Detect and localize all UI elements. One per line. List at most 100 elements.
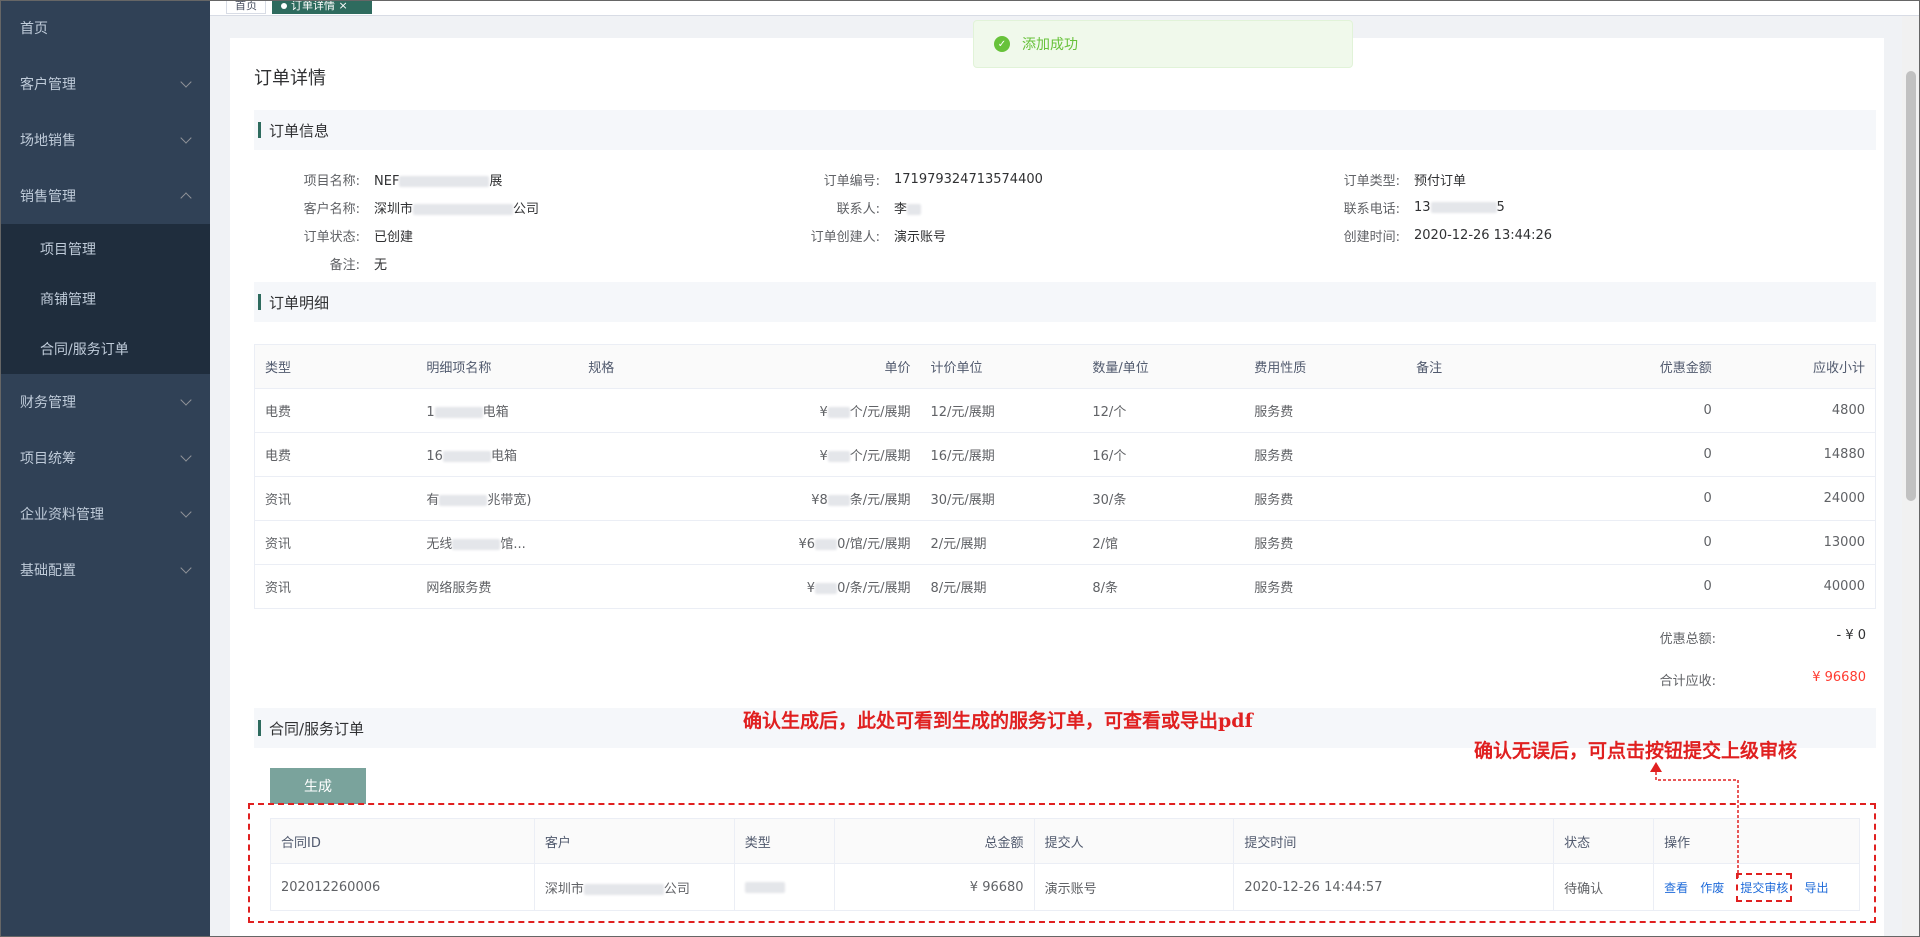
section-title: 订单明细 xyxy=(269,293,330,312)
detail-discount: 0 xyxy=(1568,564,1722,609)
redacted-text xyxy=(827,407,850,418)
detail-remark xyxy=(1406,476,1569,521)
info-value: 深圳市 公司 xyxy=(374,198,539,217)
detail-nature: 服务费 xyxy=(1244,564,1407,609)
column-header: 规格 xyxy=(578,344,741,389)
detail-name: 网络服务费 xyxy=(416,564,579,609)
value-suffix: 公司 xyxy=(663,881,690,897)
contract-submit-time: 2020-12-26 14:44:57 xyxy=(1233,863,1555,911)
sidebar-item-label: 场地销售 xyxy=(20,133,76,149)
scrollbar[interactable] xyxy=(1902,16,1920,937)
sidebar-item-config[interactable]: 基础配置 xyxy=(0,542,210,598)
redacted-text xyxy=(815,583,838,594)
chevron-down-icon xyxy=(180,450,192,462)
section-bar xyxy=(258,294,261,310)
generate-button[interactable]: 生成 xyxy=(270,768,366,804)
sidebar-item-project[interactable]: 项目管理 xyxy=(0,224,210,274)
value-prefix: 13 xyxy=(1414,199,1431,215)
sidebar-item-sales[interactable]: 销售管理 xyxy=(0,168,210,224)
info-label: 客户名称: xyxy=(303,201,360,217)
detail-type: 资讯 xyxy=(254,476,417,521)
detail-qty: 2/馆 xyxy=(1082,520,1245,565)
tag-home[interactable]: 首页 xyxy=(226,0,266,14)
tag-label: 订单详情 xyxy=(291,0,335,12)
detail-nature: 服务费 xyxy=(1244,388,1407,433)
value-prefix: 李 xyxy=(894,201,908,217)
section-order-detail: 订单明细 xyxy=(254,282,1876,322)
detail-qty: 30/条 xyxy=(1082,476,1245,521)
detail-unit: 2/元/展期 xyxy=(920,520,1083,565)
tags-bar: 首页 订单详情 × xyxy=(210,0,1920,16)
value-suffix: 0/条/元/展期 xyxy=(837,581,911,596)
column-header: 合同ID xyxy=(270,818,535,864)
sidebar-item-planning[interactable]: 项目统筹 xyxy=(0,430,210,486)
check-circle-icon: ✓ xyxy=(994,36,1010,52)
detail-remark xyxy=(1406,388,1569,433)
table-row: 电费 16 电箱 ¥ 个/元/展期 16/元/展期 16/个 服务费 0 14880 xyxy=(254,432,1876,477)
value-suffix: 公司 xyxy=(513,201,540,217)
info-remark: 备注: 无 xyxy=(254,249,387,277)
detail-unit: 12/元/展期 xyxy=(920,388,1083,433)
detail-name: 有 兆带宽) xyxy=(416,476,579,521)
chevron-down-icon xyxy=(180,562,192,574)
info-value: 13 5 xyxy=(1414,200,1505,215)
contract-type xyxy=(733,863,835,911)
sidebar-item-customer[interactable]: 客户管理 xyxy=(0,56,210,112)
detail-unit: 16/元/展期 xyxy=(920,432,1083,477)
detail-nature: 服务费 xyxy=(1244,476,1407,521)
info-row: 客户名称: 深圳市 公司 联系人: 李 联系电话: 13 5 xyxy=(254,193,1876,221)
chevron-up-icon xyxy=(180,192,192,204)
info-value: 预付订单 xyxy=(1414,173,1467,189)
info-order-no: 订单编号: 171979324713574400 xyxy=(774,165,1043,193)
value-prefix: 网络服务费 xyxy=(426,581,492,596)
sidebar-item-label: 合同/服务订单 xyxy=(40,342,129,358)
detail-name: 1 电箱 xyxy=(416,388,579,433)
detail-spec xyxy=(578,388,741,433)
sidebar-item-finance[interactable]: 财务管理 xyxy=(0,374,210,430)
export-link[interactable]: 导出 xyxy=(1805,881,1829,895)
table-row: 电费 1 电箱 ¥ 个/元/展期 12/元/展期 12/个 服务费 0 4800 xyxy=(254,388,1876,433)
scrollbar-thumb[interactable] xyxy=(1906,71,1916,501)
info-label: 创建时间: xyxy=(1343,229,1400,245)
value-prefix: 16 xyxy=(426,449,443,464)
contract-id: 202012260006 xyxy=(270,863,535,911)
value-prefix: NEF xyxy=(374,173,400,189)
detail-remark xyxy=(1406,432,1569,477)
sidebar-item-home[interactable]: 首页 xyxy=(0,0,210,56)
detail-unit: 30/元/展期 xyxy=(920,476,1083,521)
info-label: 订单状态: xyxy=(303,229,360,245)
sidebar-item-contract[interactable]: 合同/服务订单 xyxy=(0,324,210,374)
detail-nature: 服务费 xyxy=(1244,432,1407,477)
annotation-arrow xyxy=(1650,762,1739,878)
info-label: 联系人: xyxy=(836,201,880,217)
detail-spec xyxy=(578,520,741,565)
detail-discount: 0 xyxy=(1568,520,1722,565)
info-label: 订单类型: xyxy=(1343,173,1400,189)
column-header: 类型 xyxy=(254,344,417,389)
sidebar-item-shop[interactable]: 商铺管理 xyxy=(0,274,210,324)
contract-status: 待确认 xyxy=(1553,863,1655,911)
value-prefix: 无线 xyxy=(426,537,453,552)
info-value: 演示账号 xyxy=(894,229,947,245)
detail-unit: 8/元/展期 xyxy=(920,564,1083,609)
sidebar-item-label: 企业资料管理 xyxy=(20,507,104,523)
redacted-text xyxy=(827,495,850,506)
redacted-text xyxy=(827,451,850,462)
value-suffix: 兆带宽) xyxy=(487,493,532,508)
table-row: 资讯有 兆带宽) ¥8 条/元/展期 30/元/展期 30/条 服务费 0 24000 xyxy=(254,476,1876,521)
sidebar-item-label: 项目统筹 xyxy=(20,451,76,467)
tag-order-detail[interactable]: 订单详情 × xyxy=(272,0,372,14)
redacted-text xyxy=(815,539,838,550)
contract-submitter: 演示账号 xyxy=(1033,863,1235,911)
summary-discount: 优惠总额: - ¥ 0 xyxy=(254,622,1876,650)
sidebar-item-venue-sales[interactable]: 场地销售 xyxy=(0,112,210,168)
dot-icon xyxy=(281,3,287,9)
detail-type: 电费 xyxy=(254,432,417,477)
detail-remark xyxy=(1406,564,1569,609)
close-icon[interactable]: × xyxy=(339,0,348,12)
sidebar-item-enterprise[interactable]: 企业资料管理 xyxy=(0,486,210,542)
annotation-main: 确认生成后，此处可看到生成的服务订单，可查看或导出pdf xyxy=(743,710,1253,732)
info-row: 项目名称: NEF 展 订单编号: 171979324713574400 订单类型… xyxy=(254,165,1876,193)
sidebar-item-label: 客户管理 xyxy=(20,77,76,93)
section-bar xyxy=(258,122,261,138)
